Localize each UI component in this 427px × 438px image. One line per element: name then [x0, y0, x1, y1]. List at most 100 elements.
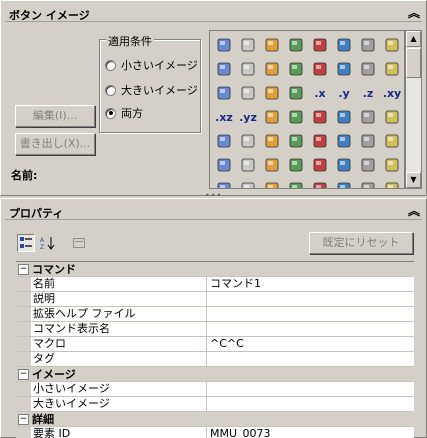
property-row[interactable]: コマンド表示名 — [16, 322, 414, 337]
property-value[interactable] — [206, 292, 414, 306]
scroll-up-icon[interactable]: ▲ — [406, 31, 421, 47]
icon-cell[interactable] — [284, 177, 308, 188]
icon-cell[interactable]: .y — [332, 81, 356, 105]
icon-cell[interactable] — [332, 33, 356, 57]
property-row[interactable]: タグ — [16, 352, 414, 367]
icon-cell[interactable] — [332, 129, 356, 153]
icon-cell[interactable] — [212, 57, 236, 81]
export-button[interactable]: 書き出し(X)... — [15, 133, 95, 155]
collapse-toggle-icon[interactable]: − — [18, 413, 29, 425]
icon-cell[interactable] — [260, 57, 284, 81]
icon-cell[interactable] — [308, 177, 332, 188]
icon-cell[interactable] — [356, 57, 380, 81]
icon-cell[interactable] — [332, 177, 356, 188]
icon-cell[interactable]: .xy — [380, 81, 404, 105]
icon-cell[interactable] — [212, 33, 236, 57]
icon-cell[interactable] — [284, 57, 308, 81]
icon-cell[interactable] — [380, 153, 404, 177]
icon-cell[interactable] — [260, 153, 284, 177]
radio-small-image[interactable]: 小さいイメージ — [105, 57, 198, 73]
icon-cell[interactable] — [380, 105, 404, 129]
icon-cell[interactable] — [308, 33, 332, 57]
scroll-thumb[interactable] — [406, 48, 421, 78]
dashes-icon — [360, 109, 376, 125]
icon-cell[interactable] — [260, 177, 284, 188]
icon-cell[interactable] — [356, 33, 380, 57]
category-row[interactable]: − 詳細 — [16, 412, 414, 427]
icon-cell[interactable] — [236, 177, 260, 188]
property-pages-icon[interactable] — [70, 234, 88, 252]
icon-cell[interactable] — [284, 33, 308, 57]
icon-cell[interactable] — [308, 153, 332, 177]
collapse-toggle-icon[interactable]: − — [18, 368, 29, 380]
icon-list[interactable]: .x .y .z .xy .xz .yz — [209, 30, 405, 189]
icon-cell[interactable] — [308, 129, 332, 153]
icon-cell[interactable] — [284, 105, 308, 129]
reset-default-button[interactable]: 既定にリセット — [309, 232, 413, 254]
property-value[interactable] — [206, 352, 414, 366]
scroll-down-icon[interactable]: ▼ — [406, 172, 421, 188]
icon-cell[interactable] — [284, 81, 308, 105]
categorized-view-icon[interactable] — [17, 234, 35, 252]
icon-cell[interactable] — [332, 153, 356, 177]
property-value[interactable] — [206, 322, 414, 336]
icon-cell[interactable]: .yz — [236, 105, 260, 129]
icon-cell[interactable] — [236, 57, 260, 81]
icon-cell[interactable] — [260, 81, 284, 105]
icon-cell[interactable] — [332, 57, 356, 81]
icon-cell[interactable] — [380, 129, 404, 153]
icon-cell[interactable] — [212, 129, 236, 153]
icon-cell[interactable] — [212, 177, 236, 188]
icon-cell[interactable] — [236, 81, 260, 105]
icon-cell[interactable] — [380, 177, 404, 188]
icon-cell[interactable] — [236, 153, 260, 177]
icon-cell[interactable] — [380, 33, 404, 57]
radio-both[interactable]: 両方 — [105, 105, 143, 121]
category-row[interactable]: − コマンド — [16, 262, 414, 277]
icon-cell[interactable] — [332, 105, 356, 129]
icon-cell[interactable] — [308, 105, 332, 129]
property-value[interactable] — [206, 307, 414, 321]
icon-cell[interactable]: .z — [356, 81, 380, 105]
property-value[interactable]: ^C^C — [206, 337, 414, 351]
property-value[interactable] — [206, 397, 414, 411]
property-row[interactable]: 名前 コマンド1 — [16, 277, 414, 292]
icon-cell[interactable] — [356, 105, 380, 129]
icon-cell[interactable] — [356, 177, 380, 188]
icon-cell[interactable] — [212, 81, 236, 105]
radio-large-image[interactable]: 大きいイメージ — [105, 82, 198, 98]
icon-cell[interactable] — [212, 153, 236, 177]
alphabetical-sort-icon[interactable]: AZ — [39, 234, 57, 252]
icon-cell[interactable] — [380, 57, 404, 81]
property-row[interactable]: 小さいイメージ — [16, 382, 414, 397]
icon-cell[interactable] — [356, 153, 380, 177]
property-row[interactable]: 要素 ID MMU_0073 — [16, 427, 414, 438]
icon-cell[interactable]: .xz — [212, 105, 236, 129]
property-row[interactable]: 説明 — [16, 292, 414, 307]
icon-cell[interactable] — [260, 129, 284, 153]
icon-cell[interactable]: .x — [308, 81, 332, 105]
radio-button[interactable] — [105, 59, 116, 71]
radio-button-selected[interactable] — [105, 107, 116, 119]
icon-cell[interactable] — [260, 33, 284, 57]
property-value[interactable]: コマンド1 — [206, 277, 414, 291]
icon-cell[interactable] — [284, 129, 308, 153]
collapse-chevron-icon[interactable]: ︽ — [408, 203, 420, 219]
icon-list-scrollbar[interactable]: ▲ ▼ — [405, 30, 422, 189]
icon-cell[interactable] — [260, 105, 284, 129]
icon-cell[interactable] — [236, 129, 260, 153]
property-row[interactable]: 拡張ヘルプ ファイル — [16, 307, 414, 322]
property-row[interactable]: 大きいイメージ — [16, 397, 414, 412]
edit-button[interactable]: 編集(I)... — [15, 105, 95, 127]
collapse-chevron-icon[interactable]: ︽ — [408, 5, 420, 21]
property-row[interactable]: マクロ ^C^C — [16, 337, 414, 352]
property-value[interactable]: MMU_0073 — [206, 427, 414, 438]
radio-button[interactable] — [105, 84, 116, 96]
icon-cell[interactable] — [308, 57, 332, 81]
collapse-toggle-icon[interactable]: − — [18, 263, 29, 275]
property-value[interactable] — [206, 382, 414, 396]
icon-cell[interactable] — [236, 33, 260, 57]
icon-cell[interactable] — [356, 129, 380, 153]
icon-cell[interactable] — [284, 153, 308, 177]
category-row[interactable]: − イメージ — [16, 367, 414, 382]
